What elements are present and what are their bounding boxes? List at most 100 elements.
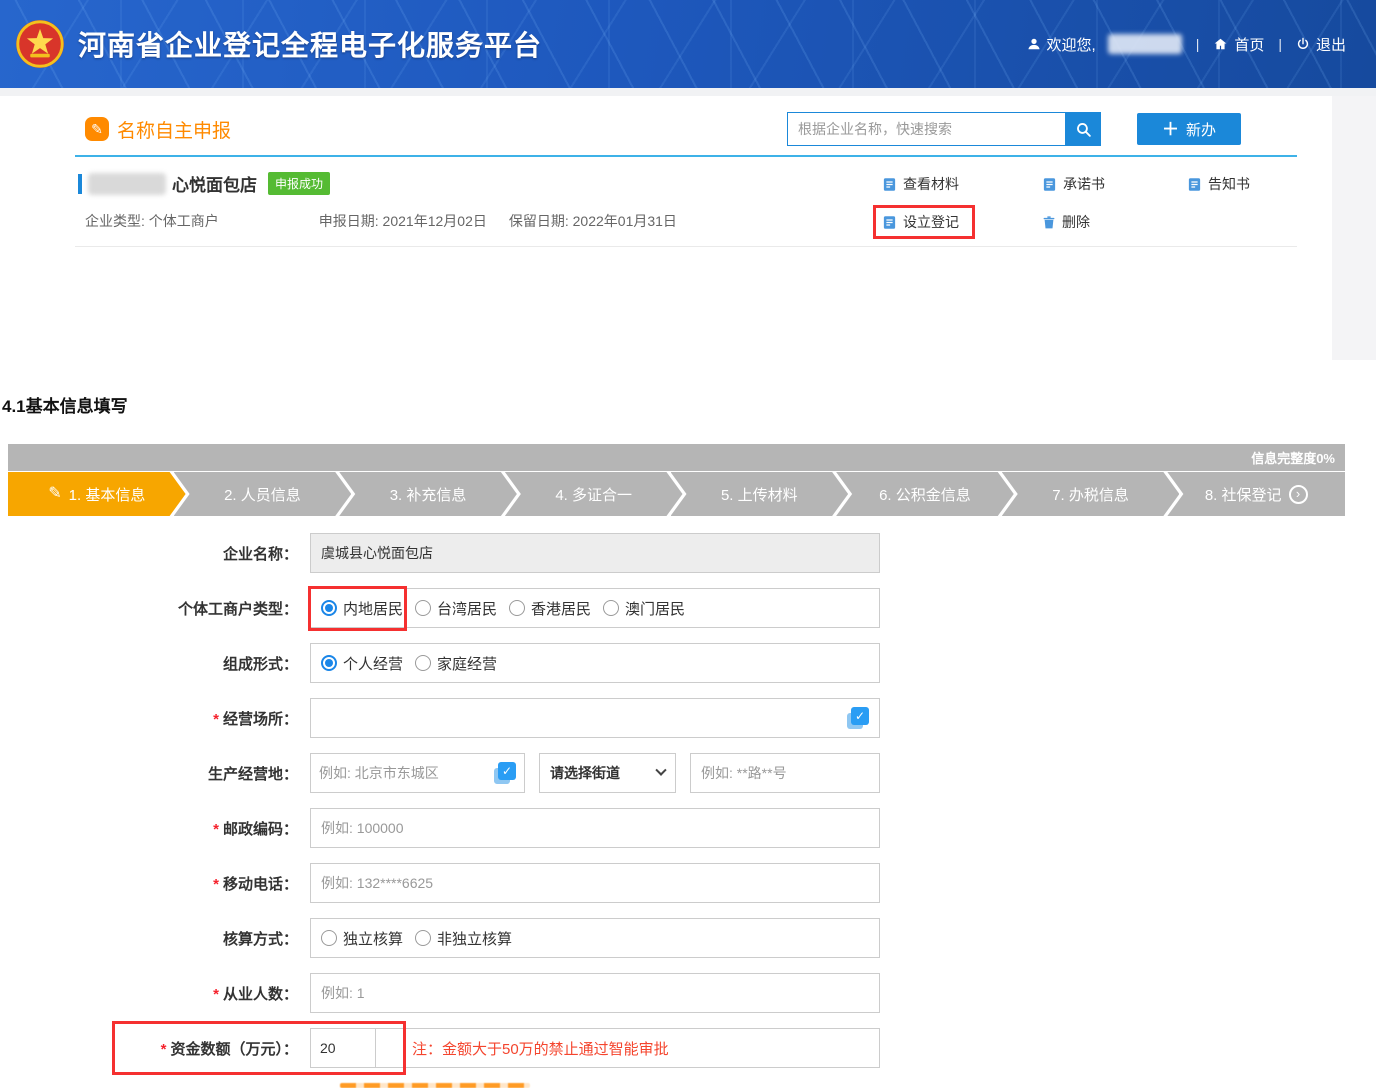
composition-label: 组成形式：	[0, 653, 310, 674]
pencil-icon: ✎	[48, 486, 61, 502]
user-icon	[1027, 37, 1041, 51]
radio-non-independent-accounting[interactable]: 非独立核算	[415, 928, 512, 949]
employee-count-input[interactable]	[310, 973, 880, 1013]
radio-independent-accounting[interactable]: 独立核算	[321, 928, 403, 949]
tab-provident-fund[interactable]: 6. 公积金信息	[836, 472, 1014, 516]
home-icon	[1213, 37, 1228, 51]
radio-label: 澳门居民	[625, 598, 685, 619]
setup-registration-link[interactable]: 设立登记	[882, 212, 959, 232]
capital-amount-input[interactable]	[310, 1028, 376, 1068]
new-application-button[interactable]: ＋ 新办	[1137, 113, 1241, 145]
declare-date: 申报日期: 2021年12月02日	[319, 211, 487, 231]
tab-basic-info[interactable]: ✎ 1. 基本信息	[8, 472, 186, 516]
required-marker: *	[213, 711, 219, 728]
redacted-username	[1108, 34, 1182, 54]
tab-label: 6. 公积金信息	[879, 484, 971, 505]
radio-label: 家庭经营	[437, 653, 497, 674]
chevron-down-icon	[655, 765, 666, 776]
name-declaration-panel: ✎ 名称自主申报 ＋ 新办 心悦面包店 申报成功	[0, 96, 1332, 360]
basic-info-form: 企业名称： 个体工商户类型： 内地居民 台湾居民 香港居民 澳门居民	[0, 533, 1376, 1088]
composition-row: 组成形式： 个人经营 家庭经营	[0, 643, 1376, 683]
radio-individual-operation[interactable]: 个人经营	[321, 653, 403, 674]
redacted-record-prefix	[88, 173, 166, 195]
tab-label: 4. 多证合一	[555, 484, 632, 505]
radio-label: 香港居民	[531, 598, 591, 619]
enterprise-type: 企业类型: 个体工商户	[85, 211, 219, 231]
declaration-record: 心悦面包店 申报成功 企业类型: 个体工商户 申报日期: 2021年12月02日…	[85, 157, 1297, 232]
radio-label: 独立核算	[343, 928, 403, 949]
notification-letter-link[interactable]: 告知书	[1187, 174, 1250, 194]
capital-amount-note: 注：金额大于50万的禁止通过智能审批	[412, 1038, 669, 1059]
production-place-label: 生产经营地：	[0, 763, 310, 784]
chevron-right-circle-icon[interactable]: ›	[1289, 485, 1308, 504]
record-meta: 企业类型: 个体工商户 申报日期: 2021年12月02日 保留日期: 2022…	[85, 211, 677, 231]
address-picker-icon[interactable]: ✓	[847, 707, 869, 729]
record-accent-bar	[78, 174, 82, 194]
business-place-field-wrap: ✓	[310, 698, 880, 738]
tab-supplementary-info[interactable]: 3. 补充信息	[339, 472, 517, 516]
radio-label: 台湾居民	[437, 598, 497, 619]
action-label: 查看材料	[903, 174, 959, 194]
tab-multi-certificate[interactable]: 4. 多证合一	[505, 472, 683, 516]
commitment-letter-link[interactable]: 承诺书	[1042, 174, 1105, 194]
tab-social-security[interactable]: 8. 社保登记 ›	[1167, 472, 1345, 516]
tab-upload-materials[interactable]: 5. 上传材料	[671, 472, 849, 516]
tab-label: 3. 补充信息	[390, 484, 467, 505]
delete-link[interactable]: 删除	[1042, 212, 1090, 232]
home-label: 首页	[1234, 34, 1264, 55]
business-place-label: *经营场所：	[0, 708, 310, 729]
radio-label: 非独立核算	[437, 928, 512, 949]
tab-personnel-info[interactable]: 2. 人员信息	[174, 472, 352, 516]
search-icon	[1075, 121, 1092, 138]
national-emblem-icon	[14, 18, 66, 70]
company-name-label: 企业名称：	[0, 543, 310, 564]
view-materials-link[interactable]: 查看材料	[882, 174, 959, 194]
household-type-row: 个体工商户类型： 内地居民 台湾居民 香港居民 澳门居民	[0, 588, 1376, 628]
search-group	[787, 112, 1101, 146]
accounting-method-row: 核算方式： 独立核算 非独立核算	[0, 918, 1376, 958]
tab-label: 5. 上传材料	[721, 484, 798, 505]
radio-icon	[415, 930, 431, 946]
record-name: 心悦面包店	[172, 171, 257, 196]
street-select-value: 请选择街道	[550, 763, 620, 783]
radio-icon	[321, 600, 337, 616]
power-icon	[1296, 37, 1310, 51]
record-actions: 查看材料 承诺书 告知书 设立登记 删除	[882, 171, 1297, 232]
document-icon	[882, 177, 897, 192]
street-select[interactable]: 请选择街道	[539, 753, 676, 793]
cropped-text-fragment	[340, 1083, 530, 1088]
section-title: 名称自主申报	[117, 116, 231, 143]
postal-code-input[interactable]	[310, 808, 880, 848]
radio-label: 个人经营	[343, 653, 403, 674]
action-label: 删除	[1062, 212, 1090, 232]
composition-group: 个人经营 家庭经营	[310, 643, 880, 683]
tab-label: 1. 基本信息	[69, 484, 146, 505]
radio-family-operation[interactable]: 家庭经营	[415, 653, 497, 674]
radio-taiwan-resident[interactable]: 台湾居民	[415, 598, 497, 619]
radio-icon	[509, 600, 525, 616]
required-marker: *	[161, 1041, 167, 1058]
mobile-phone-input[interactable]	[310, 863, 880, 903]
address-detail-input[interactable]	[690, 753, 880, 793]
home-link[interactable]: 首页	[1213, 34, 1264, 55]
tab-label: 8. 社保登记	[1205, 484, 1282, 505]
business-place-input[interactable]	[321, 699, 847, 737]
record-divider	[75, 246, 1297, 247]
welcome-text: 欢迎您,	[1047, 34, 1096, 55]
trash-icon	[1042, 215, 1056, 230]
edit-icon: ✎	[85, 117, 109, 141]
logout-link[interactable]: 退出	[1296, 34, 1346, 55]
district-picker-icon[interactable]: ✓	[494, 762, 516, 784]
search-input[interactable]	[787, 112, 1065, 146]
district-input[interactable]	[319, 754, 494, 792]
employee-count-row: *从业人数：	[0, 973, 1376, 1013]
mobile-phone-label: *移动电话：	[0, 873, 310, 894]
radio-mainland-resident[interactable]: 内地居民	[321, 598, 403, 619]
action-label: 设立登记	[903, 212, 959, 232]
tab-label: 7. 办税信息	[1052, 484, 1129, 505]
radio-hongkong-resident[interactable]: 香港居民	[509, 598, 591, 619]
tab-tax-info[interactable]: 7. 办税信息	[1002, 472, 1180, 516]
postal-code-label: *邮政编码：	[0, 818, 310, 839]
radio-macau-resident[interactable]: 澳门居民	[603, 598, 685, 619]
search-button[interactable]	[1065, 112, 1101, 146]
